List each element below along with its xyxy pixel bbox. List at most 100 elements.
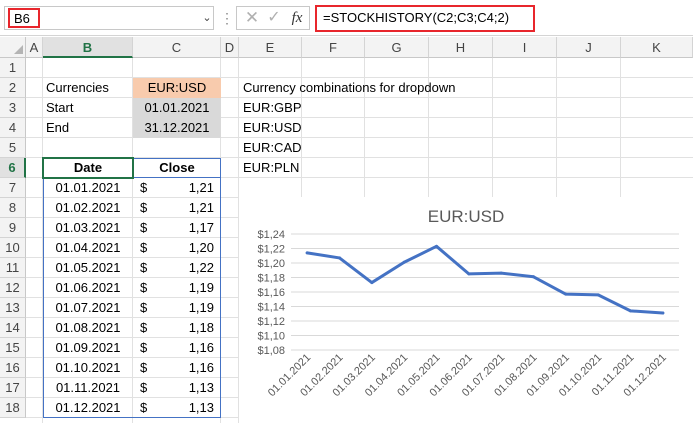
row-header-9[interactable]: 9 [0,218,26,238]
table-cell-date[interactable]: 01.08.2021 [43,318,133,338]
column-header-c[interactable]: C [133,37,221,58]
column-header-k[interactable]: K [621,37,693,58]
start-date-cell[interactable]: 01.01.2021 [133,98,221,118]
table-cell-close[interactable]: 1,22 [160,258,214,278]
row-header-6[interactable]: 6 [0,158,26,178]
formula-input[interactable]: =STOCKHISTORY(C2;C3;C4;2) [315,5,535,32]
table-cell-close[interactable]: 1,21 [160,198,214,218]
table-cell-close[interactable]: 1,16 [160,338,214,358]
data-point [338,256,341,260]
chevron-down-icon[interactable]: ⌄ [201,11,213,25]
data-point [467,272,471,276]
insert-function-icon[interactable]: fx [287,8,307,28]
column-header-e[interactable]: E [239,37,302,58]
column-header-a[interactable]: A [26,37,43,58]
y-tick-label: $1,20 [257,258,285,270]
table-cell-close[interactable]: 1,19 [160,278,214,298]
table-cell-close[interactable]: 1,19 [160,298,214,318]
table-cell-date[interactable]: 01.12.2021 [43,398,133,418]
row-header-15[interactable]: 15 [0,338,26,358]
data-point [629,309,632,313]
y-tick-label: $1,12 [257,316,285,328]
data-point [402,260,406,264]
formula-buttons: ✕ ✓ fx [236,6,310,30]
more-options-icon[interactable]: ⋮ [220,8,234,28]
column-header-g[interactable]: G [365,37,429,58]
row-header-12[interactable]: 12 [0,278,26,298]
end-label[interactable]: End [46,118,69,138]
table-header-close[interactable]: Close [133,158,221,178]
row-header-17[interactable]: 17 [0,378,26,398]
table-cell-close[interactable]: 1,20 [160,238,214,258]
currency-symbol: $ [140,200,148,215]
table-cell-close[interactable]: 1,18 [160,318,214,338]
y-tick-label: $1,08 [257,345,285,357]
row-header-1[interactable]: 1 [0,58,26,78]
currencies-label[interactable]: Currencies [46,78,109,98]
name-box[interactable]: B6 ⌄ [4,6,214,30]
line-chart[interactable]: EUR:USD $1,08 $1,10 $1,12 $1,14 $1,16 $1,18 $1… [239,197,693,423]
row-header-2[interactable]: 2 [0,78,26,98]
table-cell-close[interactable]: 1,13 [160,398,214,418]
row-header-14[interactable]: 14 [0,318,26,338]
row-header-10[interactable]: 10 [0,238,26,258]
currency-symbol: $ [140,220,148,235]
y-tick-label: $1,24 [257,229,285,241]
column-header-h[interactable]: H [429,37,493,58]
y-tick-label: $1,10 [257,331,285,343]
table-cell-date[interactable]: 01.02.2021 [43,198,133,218]
row-header-5[interactable]: 5 [0,138,26,158]
table-cell-close[interactable]: 1,16 [160,358,214,378]
currency-symbol: $ [140,400,148,415]
dropdown-item[interactable]: EUR:USD [243,118,302,138]
currencies-value-cell[interactable]: EUR:USD [133,78,221,98]
table-cell-date[interactable]: 01.09.2021 [43,338,133,358]
dropdown-item[interactable]: EUR:GBP [243,98,302,118]
dropdown-item[interactable]: EUR:CAD [243,138,302,158]
row-header-13[interactable]: 13 [0,298,26,318]
column-header-b[interactable]: B [43,37,133,58]
data-point [305,251,309,255]
table-cell-date[interactable]: 01.05.2021 [43,258,133,278]
y-tick-label: $1,18 [257,273,285,285]
table-cell-date[interactable]: 01.01.2021 [43,178,133,198]
chart-plot: $1,08 $1,10 $1,12 $1,14 $1,16 $1,18 $1,20 $1,22… [257,229,679,399]
start-label[interactable]: Start [46,98,73,118]
dropdown-title[interactable]: Currency combinations for dropdown [243,78,455,98]
row-header-16[interactable]: 16 [0,358,26,378]
currency-symbol: $ [140,380,148,395]
data-point [435,244,438,248]
table-cell-date[interactable]: 01.11.2021 [43,378,133,398]
table-cell-date[interactable]: 01.07.2021 [43,298,133,318]
currency-symbol: $ [140,240,148,255]
table-cell-date[interactable]: 01.06.2021 [43,278,133,298]
table-cell-close[interactable]: 1,13 [160,378,214,398]
column-header-d[interactable]: D [221,37,239,58]
y-tick-label: $1,22 [257,244,285,256]
row-header-4[interactable]: 4 [0,118,26,138]
currency-symbol: $ [140,320,148,335]
y-tick-label: $1,14 [257,302,285,314]
table-cell-date[interactable]: 01.04.2021 [43,238,133,258]
end-date-cell[interactable]: 31.12.2021 [133,118,221,138]
name-box-value[interactable]: B6 [8,8,40,28]
currency-symbol: $ [140,180,148,195]
dropdown-item[interactable]: EUR:PLN [243,158,299,178]
check-icon[interactable]: ✓ [265,9,283,27]
table-cell-date[interactable]: 01.03.2021 [43,218,133,238]
cancel-icon[interactable]: ✕ [243,9,261,27]
column-header-j[interactable]: J [557,37,621,58]
table-cell-date[interactable]: 01.10.2021 [43,358,133,378]
table-cell-close[interactable]: 1,17 [160,218,214,238]
column-header-i[interactable]: I [493,37,557,58]
row-header-3[interactable]: 3 [0,98,26,118]
grid-hline [26,117,693,118]
row-header-11[interactable]: 11 [0,258,26,278]
row-header-18[interactable]: 18 [0,398,26,418]
grid-hline [26,137,693,138]
row-header-7[interactable]: 7 [0,178,26,198]
row-header-8[interactable]: 8 [0,198,26,218]
table-cell-close[interactable]: 1,21 [160,178,214,198]
column-header-f[interactable]: F [302,37,365,58]
currency-symbol: $ [140,360,148,375]
